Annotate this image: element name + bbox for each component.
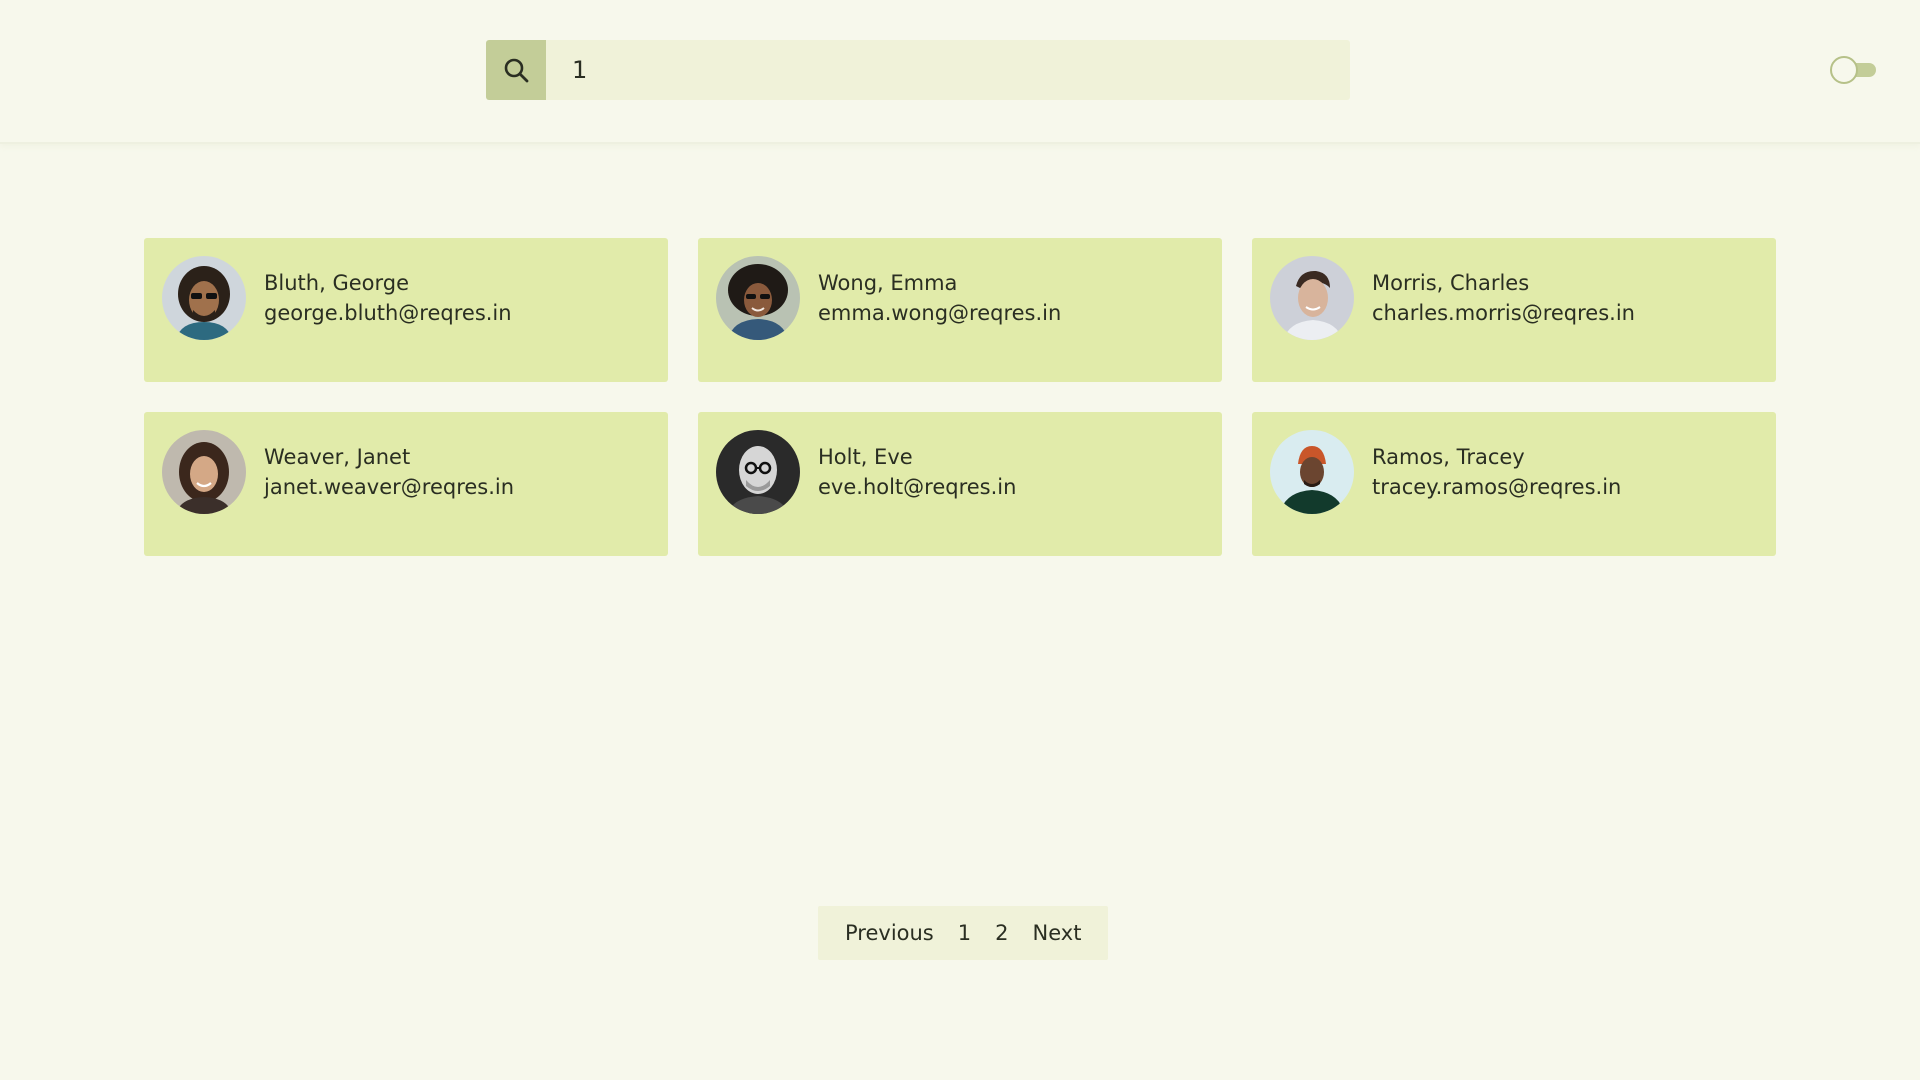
user-name: Weaver, Janet bbox=[264, 445, 411, 469]
user-name: Holt, Eve bbox=[818, 445, 913, 469]
avatar bbox=[716, 256, 800, 340]
theme-toggle[interactable] bbox=[1830, 56, 1878, 84]
user-name: Ramos, Tracey bbox=[1372, 445, 1525, 469]
user-info: Morris, Charles charles.morris@reqres.in bbox=[1372, 268, 1635, 328]
user-card[interactable]: Holt, Eve eve.holt@reqres.in bbox=[698, 412, 1222, 556]
user-card[interactable]: Ramos, Tracey tracey.ramos@reqres.in bbox=[1252, 412, 1776, 556]
user-info: Weaver, Janet janet.weaver@reqres.in bbox=[264, 442, 514, 502]
user-name: Bluth, George bbox=[264, 271, 410, 295]
next-page-button[interactable]: Next bbox=[1033, 921, 1082, 945]
user-email: emma.wong@reqres.in bbox=[818, 301, 1062, 325]
page-1-button[interactable]: 1 bbox=[958, 921, 971, 945]
user-card[interactable]: Bluth, George george.bluth@reqres.in bbox=[144, 238, 668, 382]
search-button[interactable] bbox=[486, 40, 546, 100]
user-name: Wong, Emma bbox=[818, 271, 958, 295]
user-email: eve.holt@reqres.in bbox=[818, 475, 1017, 499]
user-email: tracey.ramos@reqres.in bbox=[1372, 475, 1622, 499]
user-card[interactable]: Weaver, Janet janet.weaver@reqres.in bbox=[144, 412, 668, 556]
user-email: george.bluth@reqres.in bbox=[264, 301, 512, 325]
user-info: Wong, Emma emma.wong@reqres.in bbox=[818, 268, 1061, 328]
page-2-button[interactable]: 2 bbox=[995, 921, 1008, 945]
user-card[interactable]: Morris, Charles charles.morris@reqres.in bbox=[1252, 238, 1776, 382]
search-input[interactable] bbox=[546, 40, 1350, 100]
user-email: janet.weaver@reqres.in bbox=[264, 475, 515, 499]
search-bar bbox=[486, 40, 1350, 100]
user-info: Holt, Eve eve.holt@reqres.in bbox=[818, 442, 1016, 502]
toggle-knob bbox=[1830, 56, 1858, 84]
avatar bbox=[162, 430, 246, 514]
avatar bbox=[162, 256, 246, 340]
user-card[interactable]: Wong, Emma emma.wong@reqres.in bbox=[698, 238, 1222, 382]
user-info: Ramos, Tracey tracey.ramos@reqres.in bbox=[1372, 442, 1621, 502]
search-icon bbox=[504, 58, 529, 83]
avatar bbox=[716, 430, 800, 514]
user-info: Bluth, George george.bluth@reqres.in bbox=[264, 268, 512, 328]
avatar bbox=[1270, 430, 1354, 514]
user-name: Morris, Charles bbox=[1372, 271, 1530, 295]
pagination: Previous 1 2 Next bbox=[818, 906, 1109, 960]
top-bar bbox=[0, 0, 1920, 144]
user-email: charles.morris@reqres.in bbox=[1372, 301, 1635, 325]
avatar bbox=[1270, 256, 1354, 340]
previous-page-button[interactable]: Previous bbox=[845, 921, 934, 945]
user-grid: Bluth, George george.bluth@reqres.in Won… bbox=[144, 238, 1776, 556]
